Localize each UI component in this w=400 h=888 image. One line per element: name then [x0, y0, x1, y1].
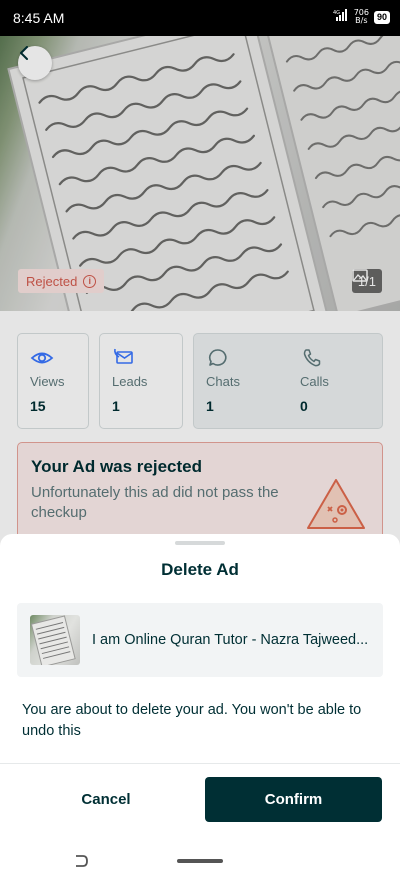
status-badge: Rejected i	[18, 269, 105, 293]
delete-ad-sheet: Delete Ad I am Online Quran Tutor - Nazr…	[0, 534, 400, 888]
rejection-title: Your Ad was rejected	[31, 457, 202, 476]
ad-stats: Views 15 Leads 1 Chats 1 Calls 0	[17, 333, 383, 429]
signal-icon: 4G	[333, 8, 349, 26]
stat-chats[interactable]: Chats 1	[194, 334, 288, 428]
back-button[interactable]	[18, 46, 52, 80]
stat-label: Leads	[112, 374, 148, 389]
eye-icon	[30, 352, 54, 364]
nav-home-button[interactable]	[177, 859, 223, 863]
battery-icon: 90	[373, 10, 390, 24]
battery-level: 90	[376, 11, 387, 22]
status-time: 8:45 AM	[13, 10, 65, 26]
status-icons: 4G 706 B/s 90	[333, 8, 390, 26]
confirm-button[interactable]: Confirm	[205, 777, 382, 822]
stat-label: Views	[30, 374, 65, 389]
stat-calls[interactable]: Calls 0	[288, 334, 382, 428]
stat-value: 15	[30, 398, 46, 414]
stat-group-disabled: Chats 1 Calls 0	[193, 333, 383, 429]
image-icon	[352, 269, 368, 282]
chat-bubble-icon	[208, 349, 227, 366]
network-speed: 706 B/s	[354, 9, 369, 25]
status-badge-label: Rejected	[26, 273, 78, 289]
status-bar: 8:45 AM 4G 706 B/s 90	[0, 0, 400, 36]
system-navigation-bar	[0, 850, 400, 888]
nav-back-icon[interactable]	[70, 852, 90, 872]
stat-label: Chats	[206, 374, 240, 389]
chevron-left-icon	[20, 46, 28, 60]
ad-thumbnail	[30, 615, 80, 665]
stat-label: Calls	[300, 374, 329, 389]
cancel-button[interactable]: Cancel	[18, 777, 194, 822]
sheet-title: Delete Ad	[161, 560, 239, 579]
stat-value: 1	[206, 398, 214, 414]
stat-views[interactable]: Views 15	[17, 333, 89, 429]
quran-thumbnail-image	[30, 615, 76, 665]
phone-mail-icon	[114, 348, 133, 364]
phone-icon	[303, 349, 321, 367]
stat-leads[interactable]: Leads 1	[99, 333, 183, 429]
divider	[0, 763, 400, 764]
ad-title: I am Online Quran Tutor - Nazra Tajweed.…	[92, 632, 369, 648]
image-counter: 1/1	[351, 269, 382, 293]
delete-warning-message: You are about to delete your ad. You won…	[22, 702, 362, 739]
ad-image[interactable]: Rejected i 1/1	[0, 36, 400, 311]
info-icon[interactable]: i	[83, 274, 97, 288]
rejection-message: Unfortunately this ad did not pass the c…	[31, 484, 279, 521]
ad-summary-card: I am Online Quran Tutor - Nazra Tajweed.…	[17, 603, 383, 677]
stat-value: 0	[300, 398, 308, 414]
sheet-handle[interactable]	[175, 541, 225, 545]
network-speed-unit: B/s	[355, 16, 368, 25]
warning-triangle-icon	[307, 479, 365, 529]
stat-value: 1	[112, 398, 120, 414]
